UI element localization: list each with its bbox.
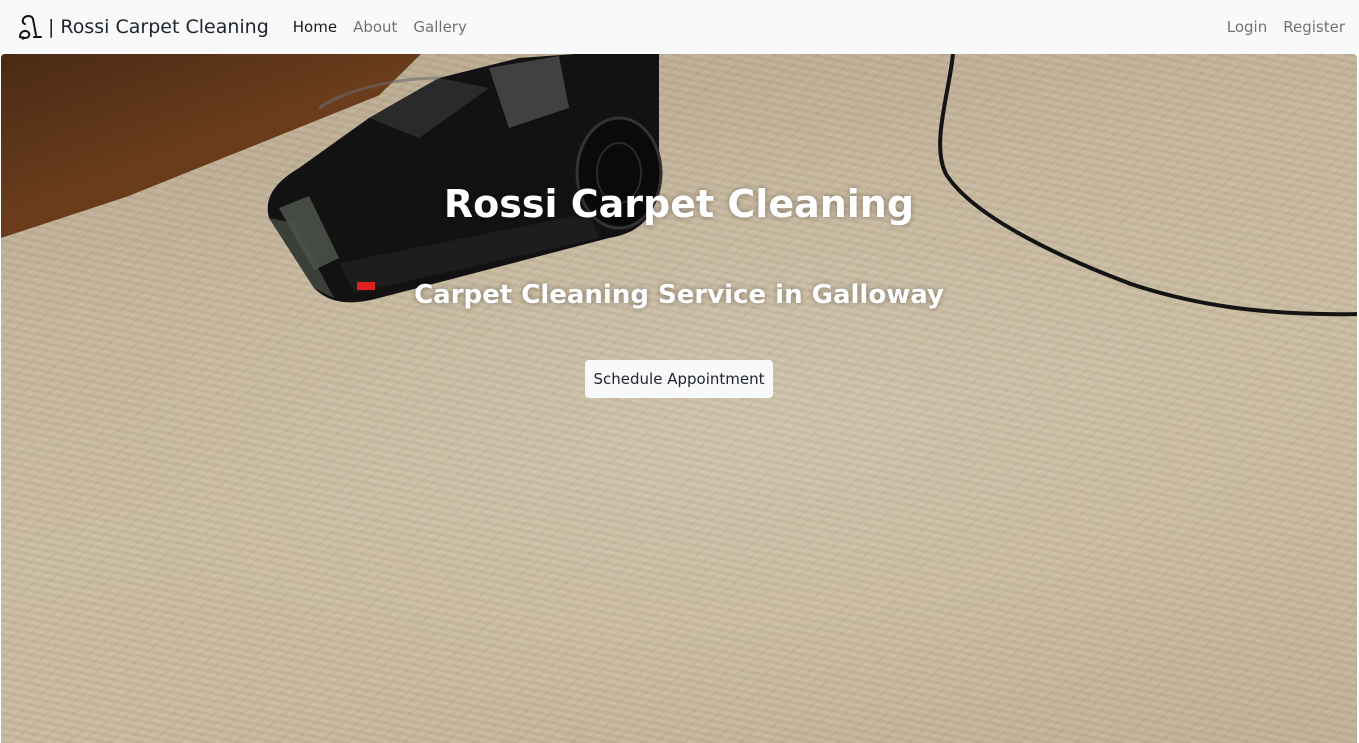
hero-subtitle: Carpet Cleaning Service in Galloway [414,280,944,310]
nav-link-home[interactable]: Home [293,18,337,36]
hero-banner: Rossi Carpet Cleaning Carpet Cleaning Se… [1,54,1357,743]
top-navbar: | Rossi Carpet Cleaning Home About Galle… [0,0,1359,54]
vacuum-cleaner-icon [16,13,44,41]
brand-separator: | [48,16,55,38]
brand-name: Rossi Carpet Cleaning [60,16,269,38]
auth-nav: Login Register [1227,18,1345,36]
nav-link-login[interactable]: Login [1227,18,1267,36]
nav-link-gallery[interactable]: Gallery [413,18,466,36]
brand-link[interactable]: | Rossi Carpet Cleaning [16,13,269,41]
hero-title: Rossi Carpet Cleaning [443,182,915,226]
nav-link-about[interactable]: About [353,18,397,36]
nav-link-register[interactable]: Register [1283,18,1345,36]
schedule-appointment-button[interactable]: Schedule Appointment [585,360,773,398]
main-nav: Home About Gallery [293,18,467,36]
